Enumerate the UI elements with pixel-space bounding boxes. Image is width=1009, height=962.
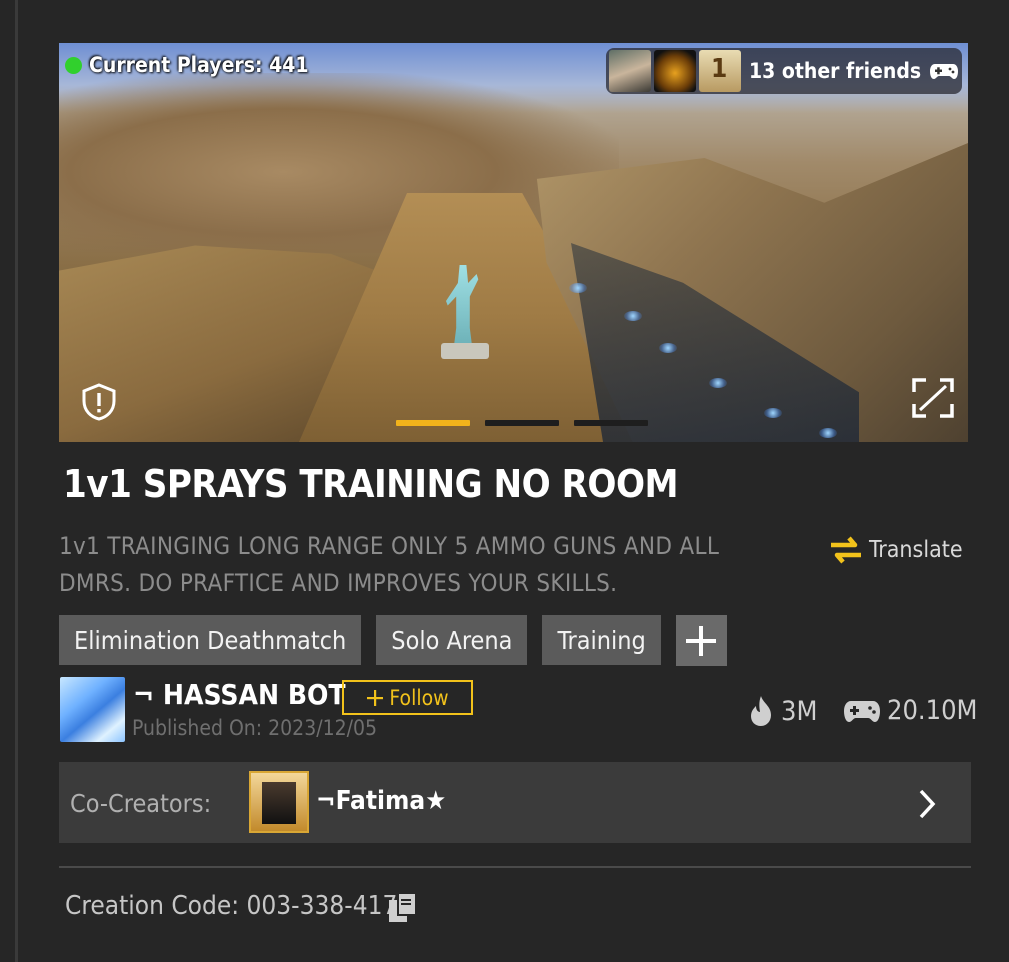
plays-value: 20.10M — [887, 695, 978, 726]
translate-button[interactable]: Translate — [828, 533, 963, 567]
co-creator-name[interactable]: ¬Fatima★ — [316, 786, 446, 816]
popularity-value: 3M — [781, 695, 818, 727]
popularity-stat: 3M — [747, 695, 817, 727]
map-description: 1v1 TRAINGING LONG RANGE ONLY 5 AMMO GUN… — [59, 532, 720, 597]
plus-icon — [367, 689, 384, 706]
current-players: Current Players: 441 — [65, 51, 309, 79]
fire-icon — [751, 696, 771, 726]
co-creators-row[interactable]: Co-Creators: ¬Fatima★ — [59, 762, 971, 843]
tag-item[interactable]: Elimination Deathmatch — [59, 615, 362, 665]
divider — [59, 866, 971, 868]
swap-arrows-icon — [831, 536, 861, 564]
follow-label: Follow — [389, 685, 449, 710]
carousel-dot[interactable] — [485, 420, 559, 426]
weapon-glow — [624, 311, 642, 321]
gamepad-icon — [930, 64, 959, 79]
co-creator-avatar[interactable] — [249, 771, 309, 833]
more-tags-button[interactable] — [675, 615, 727, 666]
carousel-dot[interactable] — [574, 420, 648, 426]
friends-playing[interactable]: 1 13 other friends — [606, 48, 962, 94]
carousel-indicator — [396, 420, 648, 426]
carousel-dot[interactable] — [396, 420, 470, 426]
online-dot-icon — [65, 56, 82, 74]
weapon-glow — [819, 428, 837, 438]
plus-icon — [686, 625, 717, 656]
banner-pedestal — [441, 343, 489, 359]
weapon-glow — [569, 283, 587, 293]
copy-icon[interactable] — [387, 891, 419, 923]
creation-code: Creation Code: 003-338-417 — [65, 891, 398, 921]
current-players-text: Current Players: 441 — [89, 53, 309, 77]
follow-button[interactable]: Follow — [342, 680, 473, 715]
report-shield-icon[interactable] — [81, 383, 117, 421]
map-title: 1v1 SPRAYS TRAINING NO ROOM — [63, 462, 679, 506]
map-banner[interactable]: Current Players: 441 1 13 other friends — [59, 43, 968, 442]
creator-avatar[interactable] — [60, 677, 125, 742]
tag-list: Elimination Deathmatch Solo Arena Traini… — [59, 615, 727, 666]
fullscreen-icon[interactable] — [910, 376, 956, 420]
published-date: Published On: 2023/12/05 — [132, 716, 378, 740]
co-creators-label: Co-Creators: — [70, 789, 212, 818]
tag-item[interactable]: Training — [542, 615, 661, 665]
gamepad-icon — [844, 700, 880, 722]
friends-count: 13 other friends — [749, 59, 922, 83]
weapon-glow — [709, 378, 727, 388]
translate-label: Translate — [869, 537, 963, 563]
tag-item[interactable]: Solo Arena — [376, 615, 528, 665]
plays-stat: 20.10M — [843, 695, 977, 726]
friend-avatar: 1 — [699, 50, 741, 92]
creator-name[interactable]: ¬ HASSAN BOT — [133, 678, 346, 711]
weapon-glow — [659, 343, 677, 353]
friend-avatar — [609, 50, 651, 92]
panel-edge — [15, 0, 18, 962]
weapon-glow — [764, 408, 782, 418]
chevron-right-icon[interactable] — [917, 788, 937, 820]
friend-avatar — [654, 50, 696, 92]
